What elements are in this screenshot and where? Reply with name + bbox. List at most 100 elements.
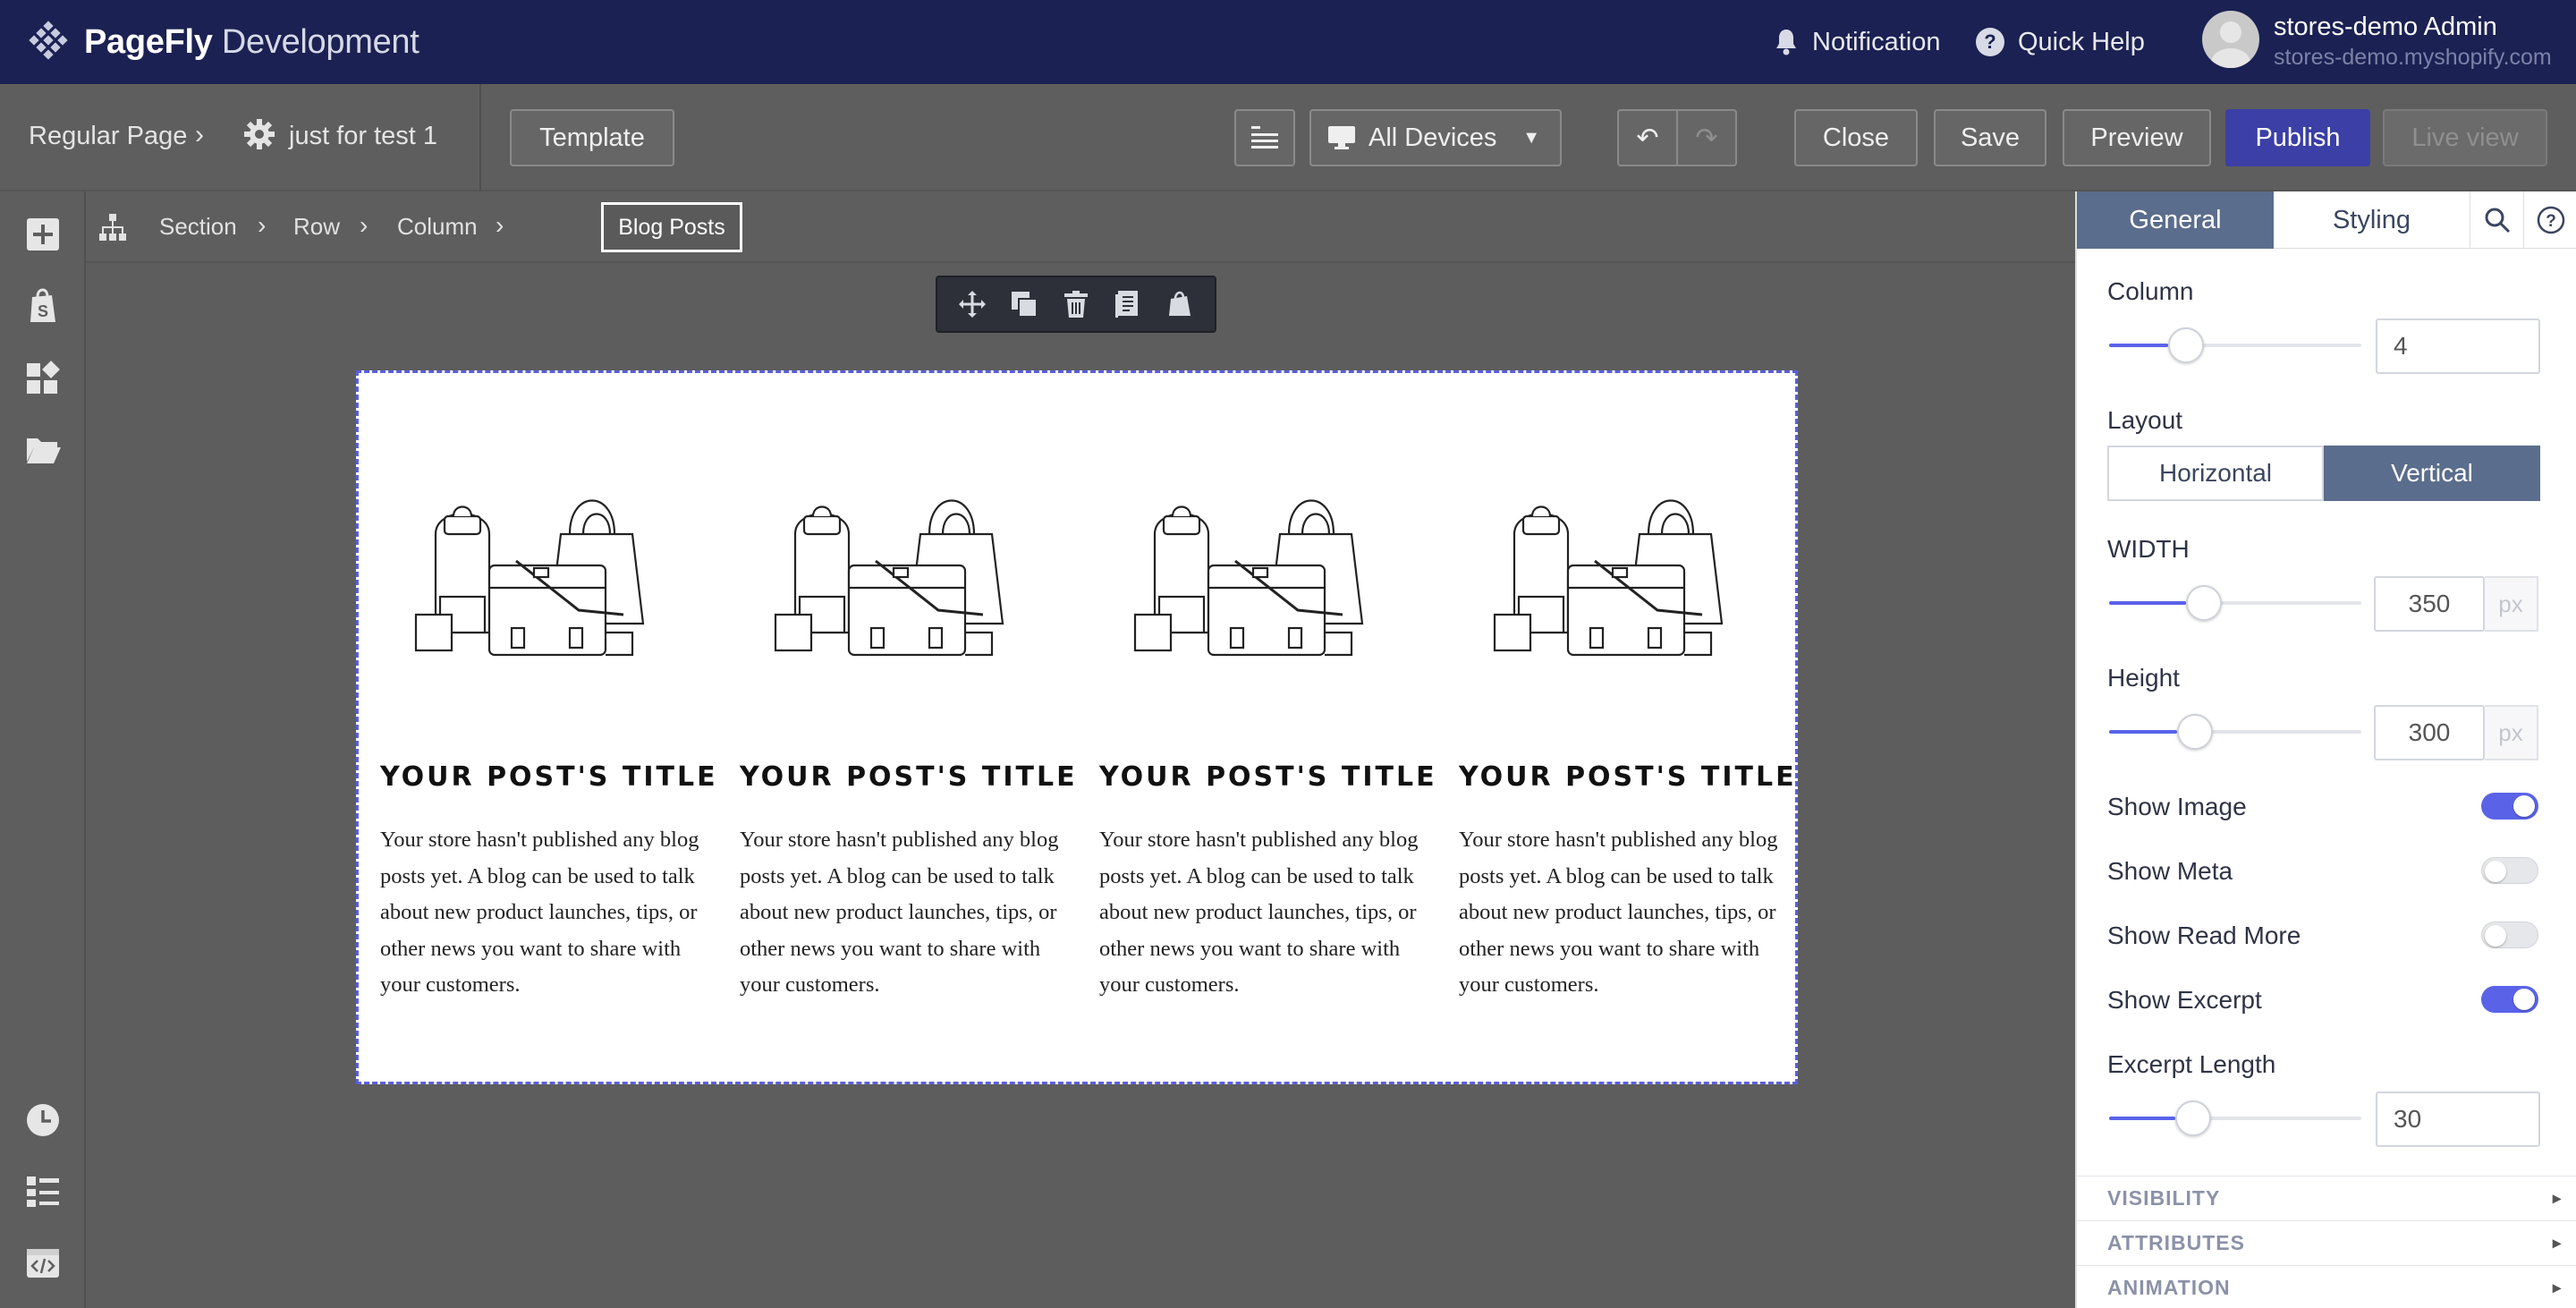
history-button[interactable] (25, 1102, 61, 1138)
top-bar: PageFly Development Notification ? Quick… (0, 0, 2576, 84)
live-view-button[interactable]: Live view (2383, 109, 2547, 166)
animation-section-label: ANIMATION (2107, 1276, 2231, 1299)
trash-icon[interactable] (1056, 285, 1096, 324)
height-slider-knob[interactable] (2177, 714, 2213, 750)
element-toolbar (936, 276, 1216, 333)
visibility-section[interactable]: VISIBILITY ▸ (2077, 1176, 2576, 1220)
close-button[interactable]: Close (1794, 109, 1918, 166)
text-format-button[interactable] (1234, 109, 1295, 166)
user-name[interactable]: stores-demo Admin (2274, 13, 2497, 42)
quick-help-label: Quick Help (2018, 27, 2145, 56)
add-element-button[interactable] (25, 217, 61, 252)
excerpt-length-slider-knob[interactable] (2175, 1100, 2211, 1136)
column-input[interactable]: 4 (2376, 319, 2540, 374)
height-label: Height (2107, 664, 2180, 692)
width-slider-knob[interactable] (2186, 585, 2222, 621)
avatar[interactable] (2202, 11, 2259, 68)
show-read-more-toggle[interactable] (2481, 922, 2538, 948)
excerpt-length-slider[interactable] (2109, 1100, 2361, 1136)
breadcrumb-column[interactable]: Column (397, 213, 478, 241)
publish-button[interactable]: Publish (2225, 109, 2370, 166)
undo-button[interactable]: ↶ (1617, 109, 1678, 166)
notification-button[interactable]: Notification (1773, 21, 1940, 63)
post-title[interactable]: YOUR POST'S TITLE (1459, 761, 1797, 793)
post-featured-image (409, 463, 677, 659)
undo-icon: ↶ (1636, 123, 1659, 153)
device-select[interactable]: All Devices ▼ (1309, 109, 1562, 166)
excerpt-length-label: Excerpt Length (2107, 1050, 2276, 1078)
breadcrumb-blog-posts[interactable]: Blog Posts (601, 202, 742, 252)
toggle-knob (2485, 861, 2506, 882)
height-slider[interactable] (2109, 714, 2361, 750)
width-slider-fill (2109, 601, 2186, 605)
move-icon[interactable] (953, 285, 992, 324)
quick-help-button[interactable]: ? Quick Help (1975, 21, 2145, 63)
page-manager-button[interactable] (25, 431, 61, 467)
save-button[interactable]: Save (1934, 109, 2046, 166)
show-read-more-label: Show Read More (2107, 922, 2301, 949)
list-icon (27, 1176, 59, 1207)
shopify-sections-icon[interactable] (1160, 285, 1199, 324)
excerpt-length-input[interactable]: 30 (2376, 1091, 2540, 1147)
help-button[interactable]: ? (2524, 191, 2576, 249)
post-title[interactable]: YOUR POST'S TITLE (740, 761, 1078, 793)
chevron-right-icon: › (496, 211, 504, 239)
svg-text:?: ? (1984, 30, 1996, 53)
height-slider-fill (2109, 730, 2177, 734)
column-slider[interactable] (2109, 327, 2361, 363)
column-slider-knob[interactable] (2168, 327, 2204, 363)
blog-posts-element[interactable]: YOUR POST'S TITLE Your store hasn't publi… (356, 370, 1798, 1084)
width-slider[interactable] (2109, 585, 2361, 621)
show-excerpt-toggle[interactable] (2481, 986, 2538, 1013)
height-input[interactable]: 300 (2374, 705, 2485, 760)
code-icon (27, 1249, 59, 1278)
width-input[interactable]: 350 (2374, 576, 2485, 632)
pagefly-logo-icon (29, 21, 68, 60)
toggle-knob (2513, 795, 2535, 817)
layout-horizontal-button[interactable]: Horizontal (2107, 446, 2324, 501)
layout-vertical-button[interactable]: Vertical (2324, 446, 2540, 501)
shopify-button[interactable]: S (25, 288, 61, 324)
breadcrumb-row[interactable]: Row (293, 213, 340, 241)
breadcrumb-section[interactable]: Section (159, 213, 237, 241)
tab-styling[interactable]: Styling (2274, 191, 2470, 249)
page-settings-button[interactable] (243, 118, 275, 155)
save-as-global-icon[interactable] (1108, 285, 1148, 324)
outline-button[interactable] (25, 1174, 61, 1210)
show-meta-toggle[interactable] (2481, 857, 2538, 884)
post-featured-image (768, 463, 1037, 659)
caret-right-icon: ▸ (2552, 1278, 2562, 1296)
toggle-knob (2513, 989, 2535, 1010)
post-title[interactable]: YOUR POST'S TITLE (380, 761, 718, 793)
chevron-right-icon: › (360, 211, 369, 239)
code-editor-button[interactable] (25, 1245, 61, 1281)
animation-section[interactable]: ANIMATION ▸ (2077, 1265, 2576, 1308)
page-type-link[interactable]: Regular Page (29, 122, 187, 151)
properties-panel: General Styling ? Column 4 Layout Horizo… (2075, 191, 2576, 1308)
device-select-label: All Devices (1368, 123, 1497, 152)
page-name[interactable]: just for test 1 (289, 122, 437, 151)
column-slider-fill (2109, 344, 2168, 347)
brand[interactable]: PageFly Development (27, 18, 419, 66)
search-button[interactable] (2470, 191, 2524, 249)
clock-icon (27, 1104, 59, 1136)
show-excerpt-label: Show Excerpt (2107, 986, 2262, 1014)
visibility-section-label: VISIBILITY (2107, 1186, 2221, 1210)
sitemap-icon[interactable] (98, 213, 127, 246)
preview-button[interactable]: Preview (2063, 109, 2211, 166)
attributes-section[interactable]: ATTRIBUTES ▸ (2077, 1220, 2576, 1265)
post-excerpt: Your store hasn't published any blog pos… (1459, 828, 1778, 997)
chevron-right-icon: › (195, 120, 204, 149)
tab-general[interactable]: General (2077, 191, 2274, 249)
template-button[interactable]: Template (510, 109, 674, 166)
show-image-toggle[interactable] (2481, 793, 2538, 820)
sections-button[interactable] (25, 360, 61, 395)
folder-open-icon (27, 438, 61, 463)
redo-button[interactable]: ↷ (1676, 109, 1737, 166)
redo-icon: ↷ (1695, 123, 1718, 153)
duplicate-icon[interactable] (1004, 285, 1044, 324)
notification-label: Notification (1812, 27, 1941, 56)
post-title[interactable]: YOUR POST'S TITLE (1099, 761, 1437, 793)
plus-square-icon (27, 218, 59, 251)
show-meta-label: Show Meta (2107, 857, 2233, 885)
